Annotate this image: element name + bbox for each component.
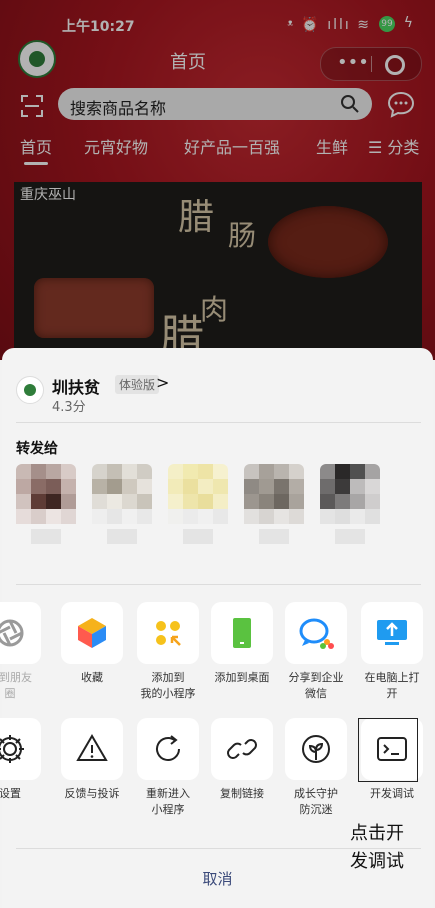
dots-icon (137, 602, 199, 664)
contact-avatar[interactable] (92, 464, 152, 550)
action-label: 成长守护 防沉迷 (294, 787, 338, 816)
actions-row-1: 享到朋友 圈 收藏 添加到 我的小程序 添加到桌面 分享到企业 微信 (0, 598, 433, 718)
open-on-pc-button[interactable]: 在电脑上打 开 (354, 602, 430, 702)
contact-avatar[interactable] (16, 464, 76, 550)
feedback-button[interactable]: 反馈与投诉 (54, 718, 130, 802)
add-to-desktop-button[interactable]: 添加到桌面 (204, 602, 280, 686)
add-to-my-miniprogram-button[interactable]: 添加到 我的小程序 (130, 602, 206, 702)
action-label: 收藏 (81, 671, 103, 684)
chevron-right-icon: > (156, 373, 170, 392)
share-moments-button[interactable]: 享到朋友 圈 (0, 602, 48, 702)
reenter-miniprogram-button[interactable]: 重新进入 小程序 (130, 718, 206, 818)
warning-icon (61, 718, 123, 780)
anti-addiction-button[interactable]: 成长守护 防沉迷 (278, 718, 354, 818)
action-label: 开发调试 (370, 787, 414, 800)
action-label: 分享到企业 微信 (288, 671, 344, 700)
page-header-background: 上午10:27 ᵜ ⏰ ıllı ≋ 99 ϟ 首页 ••• 搜索商品名称 首页… (0, 0, 435, 362)
trial-version-badge: 体验版 (115, 375, 160, 394)
divider (16, 422, 421, 423)
favorite-button[interactable]: 收藏 (54, 602, 130, 686)
divider (16, 584, 421, 585)
contact-avatar[interactable] (168, 464, 228, 550)
action-label: 重新进入 小程序 (146, 787, 190, 816)
gear-icon (0, 718, 41, 780)
action-label: 添加到 我的小程序 (140, 671, 196, 700)
contact-list (16, 464, 421, 564)
camera-icon (0, 602, 41, 664)
wechat-work-icon (285, 602, 347, 664)
action-label: 反馈与投诉 (64, 787, 120, 800)
share-to-label: 转发给 (16, 441, 58, 457)
action-label: 复制链接 (220, 787, 264, 800)
cube-icon (61, 602, 123, 664)
action-label: 设置 (0, 787, 21, 800)
action-label: 添加到桌面 (214, 671, 270, 684)
app-logo-icon (16, 376, 44, 404)
phone-icon (211, 602, 273, 664)
link-icon (211, 718, 273, 780)
action-label: 在电脑上打 开 (364, 671, 420, 700)
dev-debug-highlight-box (358, 718, 418, 782)
refresh-icon (137, 718, 199, 780)
copy-link-button[interactable]: 复制链接 (204, 718, 280, 802)
action-label: 享到朋友 圈 (0, 671, 32, 700)
monitor-icon (361, 602, 423, 664)
app-name: 圳扶贫 (52, 378, 101, 397)
app-score: 4.3分 (52, 400, 86, 415)
app-info-row[interactable]: 圳扶贫 体验版 > 4.3分 (16, 373, 416, 415)
instruction-annotation: 点击开 发调试 (350, 823, 404, 872)
sprout-icon (285, 718, 347, 780)
share-wechat-work-button[interactable]: 分享到企业 微信 (278, 602, 354, 702)
contact-avatar[interactable] (320, 464, 380, 550)
dim-overlay[interactable] (0, 0, 435, 360)
settings-button[interactable]: 设置 (0, 718, 48, 802)
contact-avatar[interactable] (244, 464, 304, 550)
